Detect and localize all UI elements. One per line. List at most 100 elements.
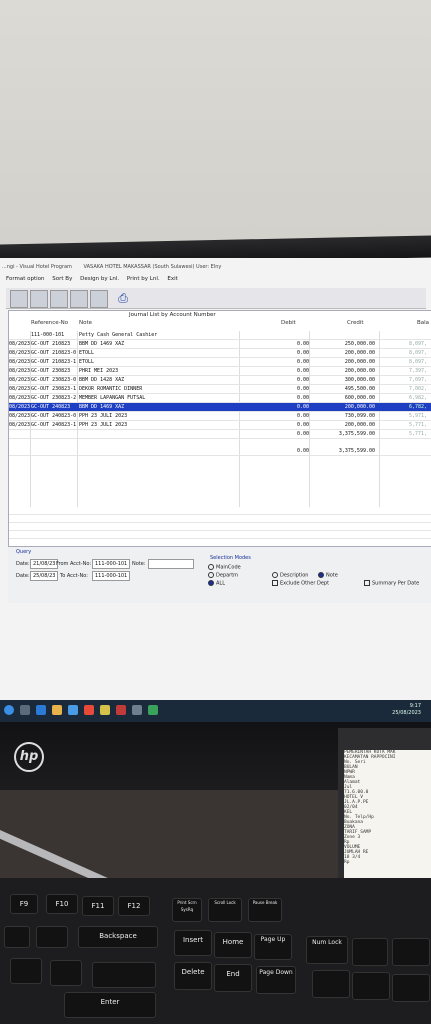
table-row[interactable]: 08/2023 GC-OUT 240823-1 PPH 23 JULI 2023 0.…	[9, 421, 431, 430]
key-numpad[interactable]	[392, 974, 430, 1002]
menu-sort-by[interactable]: Sort By	[52, 276, 72, 282]
app-icon[interactable]	[116, 705, 126, 715]
row-balance: 7,097,	[409, 377, 428, 383]
row-note: PPH 23 JULI 2023	[79, 422, 128, 428]
checkbox-exclude-other-dept[interactable]: Exclude Other Dept	[272, 580, 329, 587]
key-enter[interactable]: Enter	[64, 992, 156, 1018]
row-reference: GC-OUT 230823-1	[31, 386, 77, 392]
key-f10[interactable]: F10	[46, 894, 78, 914]
key-pause[interactable]: Pause Break	[248, 898, 282, 922]
note-input[interactable]	[148, 559, 194, 569]
app-icon[interactable]	[100, 705, 110, 715]
row-date: 08/2023	[9, 350, 31, 356]
key-backspace[interactable]: Backspace	[78, 926, 158, 948]
from-date-input[interactable]: 21/08/23	[30, 559, 58, 569]
table-row[interactable]: 08/2023 GC-OUT 240823-0 PPH 23 JULI 2023 0.…	[9, 412, 431, 421]
row-debit: 0.00	[296, 422, 309, 428]
search-icon[interactable]	[20, 705, 30, 715]
table-row[interactable]: 08/2023 GC-OUT 230823 PHRI MEI 2023 0.00 200…	[9, 367, 431, 376]
key-backslash[interactable]	[92, 962, 156, 988]
key-page-up[interactable]: Page Up	[254, 934, 292, 960]
key-numpad[interactable]	[352, 972, 390, 1000]
key-end[interactable]: End	[214, 964, 252, 992]
monitor-screen: ...ngi - Visual Hotel Program VASAKA HOT…	[0, 258, 431, 710]
key-numpad[interactable]	[392, 938, 430, 966]
toolbar-button-5[interactable]	[90, 290, 108, 308]
table-row[interactable]: 08/2023 GC-OUT 230823-2 MEMBER LAPANGAN FU…	[9, 394, 431, 403]
query-panel: Query Date: 21/08/23 From Acct-No: 111-0…	[8, 546, 431, 603]
menu-format-option[interactable]: Format option	[6, 276, 45, 282]
row-balance: 6,982,	[409, 395, 428, 401]
start-icon[interactable]	[4, 705, 14, 715]
table-row[interactable]: 08/2023 GC-OUT 210823-0 ETOLL 0.00 200,000.0…	[9, 349, 431, 358]
taskbar-clock[interactable]: 9:17 25/08/2023	[392, 703, 421, 717]
checkbox-icon	[272, 580, 278, 586]
key-print-screen[interactable]: Print Scrn SysRq	[172, 898, 202, 922]
table-row[interactable]: 0.00 3,375,599.00 5,771,	[9, 430, 431, 439]
app-icon[interactable]	[148, 705, 158, 715]
radio-description[interactable]: Description	[272, 572, 308, 579]
key-page-down[interactable]: Page Down	[256, 966, 296, 994]
row-note: ETOLL	[79, 359, 95, 365]
key-numpad[interactable]	[352, 938, 388, 966]
from-date-label: Date:	[16, 561, 30, 567]
menu-print-by-lnl[interactable]: Print by Lnl.	[127, 276, 160, 282]
row-date: 08/2023	[9, 368, 31, 374]
row-note: PHRI MEI 2023	[79, 368, 119, 374]
row-credit: 200,000.00	[344, 359, 375, 365]
table-row[interactable]: 08/2023 GC-OUT 210823-1 ETOLL 0.00 200,000.0…	[9, 358, 431, 367]
checkbox-icon	[364, 580, 370, 586]
toolbar-button-2[interactable]	[30, 290, 48, 308]
app-icon[interactable]	[132, 705, 142, 715]
key-num-lock[interactable]: Num Lock	[306, 936, 348, 964]
edge-icon[interactable]	[36, 705, 46, 715]
table-row[interactable]: 08/2023 GC-OUT 210823 BBM DD 1469 XAZ 0.00 2…	[9, 340, 431, 349]
radio-maincode[interactable]: MainCode	[208, 564, 241, 571]
toolbar-button-4[interactable]	[70, 290, 88, 308]
key-numpad[interactable]	[312, 970, 350, 998]
row-debit: 0.00	[296, 386, 309, 392]
key-f12[interactable]: F12	[118, 896, 150, 916]
radio-all[interactable]: ALL	[208, 580, 225, 587]
toolbar: ⎙	[6, 288, 426, 309]
toolbar-button-3[interactable]	[50, 290, 68, 308]
chrome-icon[interactable]	[84, 705, 94, 715]
radio-button-icon	[272, 572, 278, 578]
key-minus[interactable]	[4, 926, 30, 948]
account-row[interactable]: 111-000-101 Petty Cash General Cashier	[9, 331, 431, 340]
radio-departm[interactable]: Departm	[208, 572, 238, 579]
row-credit: 200,000.00	[344, 404, 375, 410]
key-bracket-left[interactable]	[10, 958, 42, 984]
toolbar-button-1[interactable]	[10, 290, 28, 308]
key-delete[interactable]: Delete	[174, 962, 212, 990]
row-balance: 5,971,	[409, 413, 428, 419]
row-date: 08/2023	[9, 404, 31, 410]
key-bracket-right[interactable]	[50, 960, 82, 986]
mail-icon[interactable]	[68, 705, 78, 715]
key-equals[interactable]	[36, 926, 68, 948]
radio-note[interactable]: Note	[318, 572, 338, 579]
keyboard: F9 F10 F11 F12 Print Scrn SysRq Scroll L…	[0, 878, 431, 1024]
row-debit: 0.00	[296, 404, 309, 410]
key-home[interactable]: Home	[214, 932, 252, 958]
row-debit: 0.00	[296, 341, 309, 347]
menu-design-by-lnl[interactable]: Design by Lnl.	[80, 276, 119, 282]
folder-icon[interactable]	[52, 705, 62, 715]
table-row[interactable]: 08/2023 GC-OUT 230823-0 BBM DD 1428 XAZ 0.0…	[9, 376, 431, 385]
menu-exit[interactable]: Exit	[167, 276, 177, 282]
checkbox-summary-per-date[interactable]: Summary Per Date	[364, 580, 419, 587]
table-row[interactable]: 08/2023 GC-OUT 230823-1 DEKOR ROMANTIC DIN…	[9, 385, 431, 394]
row-debit: 0.00	[296, 431, 309, 437]
table-row[interactable]: 08/2023 GC-OUT 240823 BBM DD 1469 XAZ 0.00 2…	[9, 403, 431, 412]
receipt-paper: PEMERINTAH KOTA MAK KECAMATAN RAPPOCINI No…	[344, 750, 431, 890]
header-debit: Debit	[281, 320, 296, 326]
key-insert[interactable]: Insert	[174, 930, 212, 956]
from-acct-input[interactable]: 111-000-101	[92, 559, 130, 569]
key-scroll-lock[interactable]: Scroll Lock	[208, 898, 242, 922]
grid-title: Journal List by Account Number	[129, 312, 216, 318]
to-date-input[interactable]: 25/08/23	[30, 571, 58, 581]
key-f11[interactable]: F11	[82, 896, 114, 916]
to-acct-input[interactable]: 111-000-101	[92, 571, 130, 581]
key-f9[interactable]: F9	[10, 894, 38, 914]
print-icon[interactable]: ⎙	[116, 291, 130, 305]
